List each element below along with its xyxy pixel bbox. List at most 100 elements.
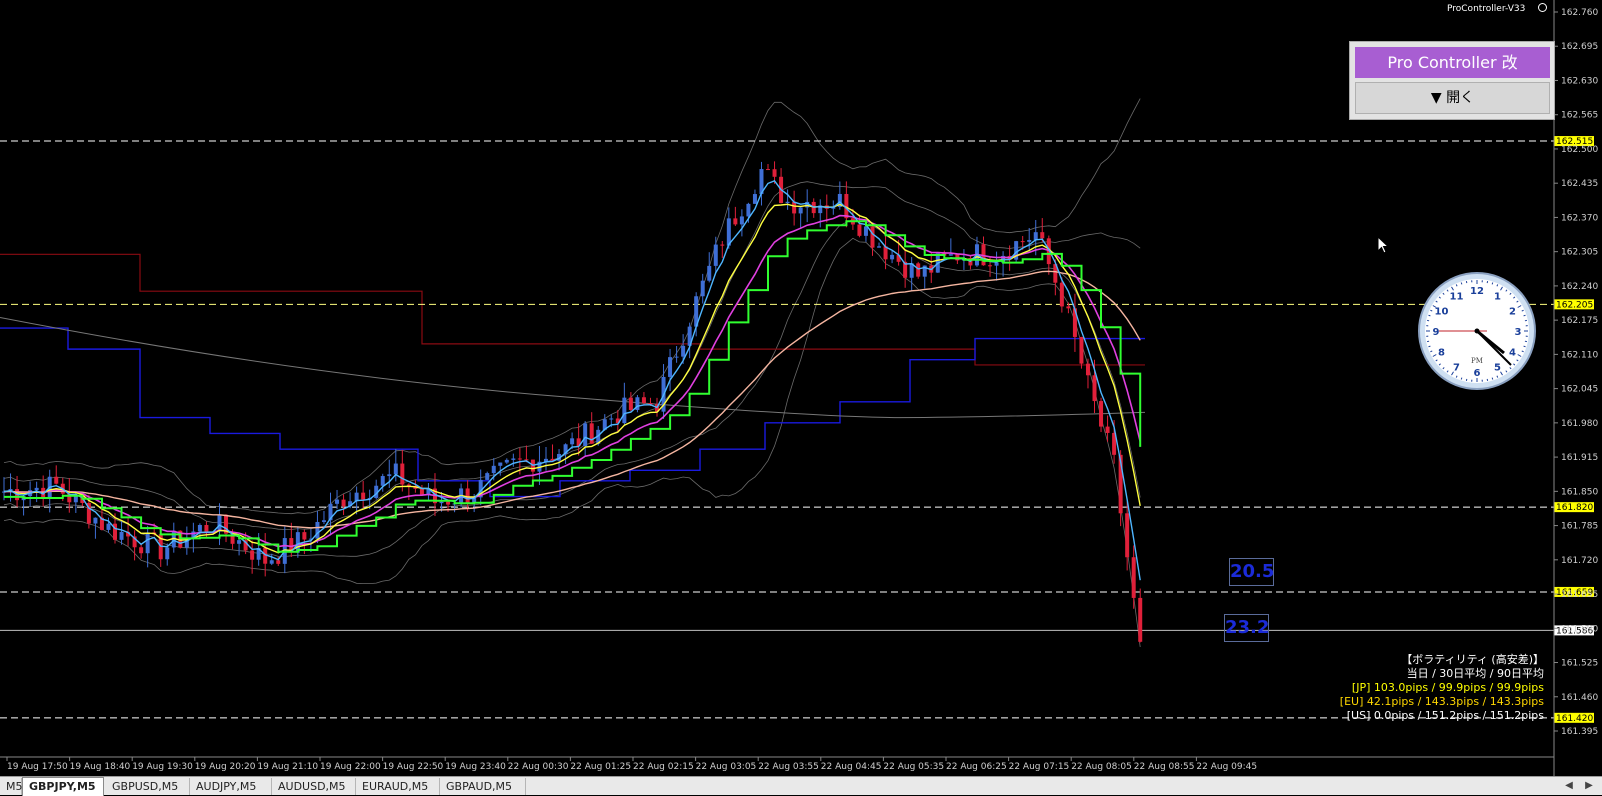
candle-body — [1027, 240, 1031, 242]
clock-tick — [1461, 282, 1462, 284]
pip-box-upper: 20.5 — [1229, 558, 1274, 586]
price-tick-label: 162.435 — [1561, 179, 1598, 189]
moving-averages — [4, 181, 1140, 580]
candle-body — [609, 418, 613, 419]
candle-body — [583, 423, 587, 446]
candle-body — [1034, 232, 1038, 240]
time-tick-label: 19 Aug 21:10 — [257, 762, 318, 772]
volatility-header: 当日 / 30日平均 / 90日平均 — [1340, 667, 1544, 681]
tab-scroll-right-icon[interactable]: ▶ — [1582, 779, 1596, 793]
price-tick-label: 162.695 — [1561, 42, 1598, 52]
open-button[interactable]: ▼ 開く — [1355, 82, 1550, 114]
candle-body — [877, 246, 881, 247]
tab-euraud[interactable]: EURAUD,M5 — [356, 778, 440, 795]
candle-body — [870, 226, 874, 247]
time-tick-label: 19 Aug 17:50 — [7, 762, 68, 772]
price-tick-label: 161.395 — [1561, 727, 1598, 737]
clock-tick — [1461, 378, 1462, 380]
tab-scroll-left-icon[interactable]: ◀ — [1562, 779, 1576, 793]
candle-body — [466, 488, 470, 502]
price-tick-label: 161.525 — [1561, 659, 1598, 669]
candle-body — [675, 357, 679, 358]
time-tick-label: 22 Aug 05:35 — [883, 762, 944, 772]
candle-body — [857, 225, 861, 236]
volatility-title: 【ボラティリティ (高安差)】 — [1340, 653, 1544, 667]
tab-audusd[interactable]: AUDUSD,M5 — [272, 778, 356, 795]
candle-body — [949, 254, 953, 255]
pip-box-lower: 23.2 — [1224, 614, 1269, 642]
indicator-version: ProController-V33 — [1447, 4, 1525, 14]
pro-controller-panel: Pro Controller 改 ▼ 開く — [1349, 41, 1555, 120]
candle-body — [773, 169, 777, 177]
time-tick-label: 22 Aug 00:30 — [508, 762, 569, 772]
tab-gbpusd[interactable]: GBPUSD,M5 — [106, 778, 190, 795]
price-tick-label: 162.500 — [1561, 145, 1598, 155]
price-tick-label: 161.720 — [1561, 556, 1598, 566]
level-price-label: 161.820 — [1556, 503, 1593, 513]
candle-body — [1060, 283, 1064, 307]
candle-body — [276, 560, 280, 564]
time-tick-label: 22 Aug 08:05 — [1071, 762, 1132, 772]
candle-body — [890, 255, 894, 259]
tab-audjpy[interactable]: AUDJPY,M5 — [190, 778, 272, 795]
candle-body — [492, 466, 496, 473]
bollinger-bands — [4, 99, 1140, 647]
candle-body — [342, 500, 346, 507]
candle-body — [106, 524, 110, 530]
clock-number: 9 — [1433, 327, 1440, 338]
candle-body — [629, 398, 633, 410]
clock-number: 11 — [1450, 291, 1464, 302]
price-tick-label: 161.590 — [1561, 624, 1598, 634]
clock-number: 1 — [1494, 291, 1501, 302]
clock-number: 6 — [1474, 368, 1481, 379]
candle-body — [1138, 598, 1142, 642]
time-tick-label: 22 Aug 08:55 — [1134, 762, 1195, 772]
tab-gbpjpy[interactable]: GBPJPY,M5 — [22, 777, 104, 796]
clock-pm-label: PM — [1471, 357, 1483, 365]
volatility-row-jp: [JP] 103.0pips / 99.9pips / 99.9pips — [1340, 681, 1544, 695]
candle-body — [668, 357, 672, 377]
candle-body — [786, 202, 790, 203]
candle-body — [381, 476, 385, 486]
time-tick-label: 22 Aug 09:45 — [1196, 762, 1257, 772]
candle-body — [1040, 232, 1044, 238]
candle-body — [505, 460, 509, 463]
clock-number: 7 — [1453, 363, 1460, 374]
candle-body — [361, 493, 365, 500]
candle-body — [701, 281, 705, 297]
price-tick-label: 161.980 — [1561, 419, 1598, 429]
price-tick-label: 161.785 — [1561, 522, 1598, 532]
level-price-label: 161.420 — [1556, 714, 1593, 724]
time-tick-label: 22 Aug 03:05 — [696, 762, 757, 772]
step-lines — [0, 254, 1145, 496]
clock-number: 5 — [1494, 363, 1501, 374]
candle-body — [139, 547, 143, 553]
price-tick-label: 162.760 — [1561, 8, 1598, 18]
candle-body — [165, 547, 169, 559]
candle-body — [720, 245, 724, 246]
clock-tick — [1492, 378, 1493, 380]
clock-number: 4 — [1509, 348, 1516, 359]
candle-body — [995, 263, 999, 266]
candle-body — [485, 473, 489, 480]
candle-body — [146, 532, 150, 553]
price-tick-label: 162.240 — [1561, 282, 1598, 292]
candle-body — [740, 216, 744, 224]
candle-body — [642, 397, 646, 403]
price-tick-label: 162.175 — [1561, 316, 1598, 326]
pro-controller-title[interactable]: Pro Controller 改 — [1355, 47, 1550, 78]
candle-body — [864, 226, 868, 235]
candle-body — [1125, 513, 1129, 557]
tab-m5[interactable]: M5 — [0, 778, 22, 795]
clock-number: 3 — [1515, 327, 1522, 338]
candle-body — [315, 522, 319, 539]
volatility-row-eu: [EU] 42.1pips / 143.3pips / 143.3pips — [1340, 695, 1544, 709]
clock-tick — [1492, 282, 1493, 284]
tab-gbpaud[interactable]: GBPAUD,M5 — [440, 778, 526, 795]
candle-body — [733, 218, 737, 224]
price-tick-label: 162.565 — [1561, 111, 1598, 121]
price-tick-label: 161.655 — [1561, 590, 1598, 600]
candle-body — [1086, 364, 1090, 376]
candle-body — [570, 438, 574, 444]
ma-line-green-step — [4, 221, 1140, 552]
